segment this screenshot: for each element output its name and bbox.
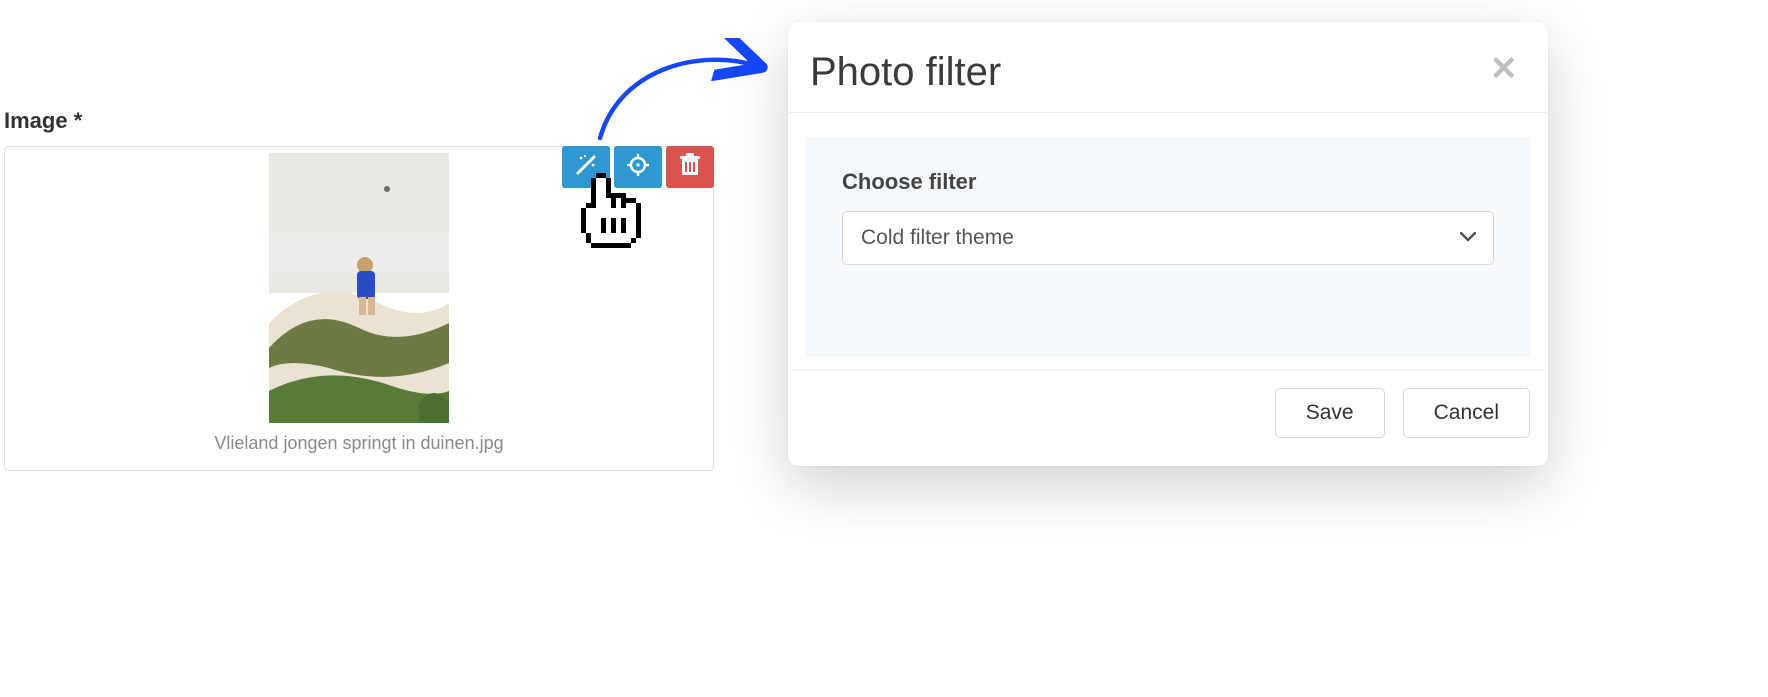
filter-button[interactable] xyxy=(562,146,610,188)
trash-icon xyxy=(679,153,701,182)
modal-close-button[interactable]: ✕ xyxy=(1490,52,1519,86)
crosshair-icon xyxy=(626,153,650,182)
modal-header: Photo filter ✕ xyxy=(788,22,1548,113)
image-toolbar xyxy=(562,146,714,188)
image-preview-box: Vlieland jongen springt in duinen.jpg xyxy=(4,146,714,471)
modal-body: Choose filter Cold filter theme xyxy=(806,137,1530,357)
modal-footer: Save Cancel xyxy=(788,369,1548,446)
close-icon: ✕ xyxy=(1490,50,1519,88)
magic-wand-icon xyxy=(574,153,598,182)
save-button[interactable]: Save xyxy=(1275,388,1385,438)
image-field: Image * xyxy=(4,108,714,471)
delete-button[interactable] xyxy=(666,146,714,188)
focus-button[interactable] xyxy=(614,146,662,188)
image-caption: Vlieland jongen springt in duinen.jpg xyxy=(5,433,713,454)
cancel-button[interactable]: Cancel xyxy=(1403,388,1530,438)
modal-title: Photo filter xyxy=(810,50,1001,94)
image-field-label: Image * xyxy=(4,108,714,134)
filter-select[interactable]: Cold filter theme xyxy=(842,211,1494,265)
filter-select-label: Choose filter xyxy=(842,169,1494,195)
photo-filter-modal: Photo filter ✕ Choose filter Cold filter… xyxy=(788,22,1548,466)
image-thumbnail[interactable] xyxy=(269,153,449,423)
